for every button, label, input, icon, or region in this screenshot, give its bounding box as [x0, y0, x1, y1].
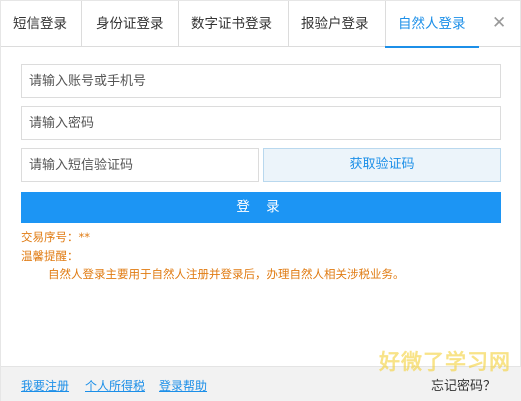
tab-divider: [81, 1, 82, 47]
get-code-button[interactable]: 获取验证码: [263, 148, 501, 182]
sms-code-field: [21, 148, 259, 182]
sms-code-input[interactable]: [22, 149, 258, 181]
login-help-link[interactable]: 登录帮助: [159, 377, 207, 394]
transaction-number: 交易序号：**: [21, 230, 90, 244]
tab-digital-certificate-login[interactable]: 数字证书登录: [191, 1, 272, 47]
tab-divider: [178, 1, 179, 47]
tab-divider: [385, 1, 386, 47]
login-button[interactable]: 登 录: [21, 192, 501, 223]
personal-income-tax-link[interactable]: 个人所得税: [85, 377, 145, 394]
tab-id-card-login[interactable]: 身份证登录: [96, 1, 164, 47]
reminder-title: 温馨提醒：: [21, 249, 79, 263]
close-icon[interactable]: ✕: [492, 14, 506, 32]
tab-divider: [288, 1, 289, 47]
account-field: [21, 64, 501, 98]
watermark: 好微了学习网: [379, 350, 511, 374]
account-input[interactable]: [22, 65, 500, 97]
password-input[interactable]: [22, 107, 500, 139]
login-tabs: 短信登录 身份证登录 数字证书登录 报验户登录 自然人登录 ✕: [1, 1, 521, 48]
tab-sms-login[interactable]: 短信登录: [13, 1, 67, 47]
forgot-password-link[interactable]: 忘记密码？: [431, 375, 496, 394]
tab-inspection-account-login[interactable]: 报验户登录: [301, 1, 369, 47]
tab-natural-person-login[interactable]: 自然人登录: [385, 1, 478, 48]
login-window: 短信登录 身份证登录 数字证书登录 报验户登录 自然人登录 ✕ 获取验证码 登 …: [0, 0, 521, 401]
reminder-text: 自然人登录主要用于自然人注册并登录后，办理自然人相关涉税业务。: [48, 267, 405, 281]
password-field: [21, 106, 501, 140]
register-link[interactable]: 我要注册: [21, 377, 69, 394]
